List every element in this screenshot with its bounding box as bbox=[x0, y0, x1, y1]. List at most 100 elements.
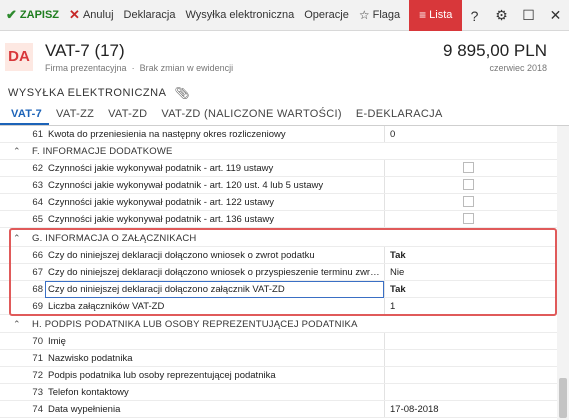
tab-vat-zd-calculated[interactable]: VAT-ZD (NALICZONE WARTOŚCI) bbox=[154, 104, 348, 125]
table-row[interactable]: 73 Telefon kontaktowy bbox=[0, 384, 557, 401]
row-label: Czy do niniejszej deklaracji dołączono w… bbox=[48, 267, 380, 278]
scrollbar-thumb[interactable] bbox=[559, 378, 567, 418]
row-label: Imię bbox=[48, 336, 66, 347]
table-row-selected[interactable]: 68 Czy do niniejszej deklaracji dołączon… bbox=[0, 281, 557, 298]
list-button[interactable]: ≡ Lista bbox=[409, 0, 463, 31]
row-label: Kwota do przeniesienia na następny okres… bbox=[48, 129, 286, 140]
row-label: Data wypełnienia bbox=[48, 404, 121, 415]
row-value[interactable]: 0 bbox=[384, 126, 557, 142]
toolbar: ✔ ZAPISZ ✕ Anuluj Deklaracja Wysyłka ele… bbox=[0, 0, 569, 31]
tab-vat-7[interactable]: VAT-7 bbox=[0, 104, 50, 125]
table-row[interactable]: 61 Kwota do przeniesienia na następny ok… bbox=[0, 126, 557, 143]
row-value[interactable]: 1 bbox=[384, 298, 557, 314]
group-label: F. INFORMACJE DODATKOWE bbox=[32, 146, 173, 157]
scrollbar-track[interactable] bbox=[557, 126, 569, 420]
gear-icon[interactable]: ⚙ bbox=[488, 7, 515, 24]
checkbox[interactable] bbox=[463, 162, 474, 173]
table-row[interactable]: 67 Czy do niniejszej deklaracji dołączon… bbox=[0, 264, 557, 281]
row-value[interactable]: Tak bbox=[384, 281, 557, 297]
table-row[interactable]: 62 Czynności jakie wykonywał podatnik - … bbox=[0, 160, 557, 177]
checkbox[interactable] bbox=[463, 213, 474, 224]
separator-dot: · bbox=[131, 63, 135, 73]
save-button[interactable]: ✔ ZAPISZ bbox=[0, 0, 64, 31]
row-value[interactable] bbox=[384, 177, 557, 193]
window-close-icon[interactable]: ✕ bbox=[542, 7, 569, 24]
row-number: 70 bbox=[32, 336, 43, 347]
row-value[interactable]: Nie bbox=[384, 264, 557, 280]
row-label: Czynności jakie wykonywał podatnik - art… bbox=[48, 197, 274, 208]
row-value[interactable] bbox=[384, 160, 557, 176]
declaration-menu[interactable]: Deklaracja bbox=[119, 0, 181, 31]
flag-button[interactable]: ☆ Flaga bbox=[354, 0, 405, 31]
paperclip-icon[interactable]: 📎︎ bbox=[174, 86, 189, 100]
group-header-f[interactable]: ⌃ F. INFORMACJE DODATKOWE bbox=[0, 143, 557, 160]
document-header: DA VAT-7 (17) Firma prezentacyjna · Brak… bbox=[0, 32, 569, 80]
row-label: Podpis podatnika lub osoby reprezentując… bbox=[48, 370, 276, 381]
cancel-button[interactable]: ✕ Anuluj bbox=[64, 0, 118, 31]
declaration-grid: 61 Kwota do przeniesienia na następny ok… bbox=[0, 126, 569, 420]
row-value[interactable] bbox=[384, 333, 557, 349]
chevron-up-icon[interactable]: ⌃ bbox=[13, 233, 21, 244]
tab-vat-zz[interactable]: VAT-ZZ bbox=[49, 104, 101, 125]
row-number: 68 bbox=[32, 284, 43, 295]
operations-menu[interactable]: Operacje bbox=[299, 0, 354, 31]
row-label: Czynności jakie wykonywał podatnik - art… bbox=[48, 163, 274, 174]
document-amount: 9 895,00 PLN bbox=[443, 41, 547, 60]
row-number: 74 bbox=[32, 404, 43, 415]
tab-vat-zd[interactable]: VAT-ZD bbox=[101, 104, 154, 125]
row-label: Liczba załączników VAT-ZD bbox=[48, 301, 165, 312]
row-number: 73 bbox=[32, 387, 43, 398]
table-row[interactable]: 65 Czynności jakie wykonywał podatnik - … bbox=[0, 211, 557, 228]
row-value[interactable]: Tak bbox=[384, 247, 557, 263]
send-menu[interactable]: Wysyłka elektroniczna bbox=[180, 0, 299, 31]
help-icon[interactable]: ? bbox=[461, 8, 488, 24]
row-number: 65 bbox=[32, 214, 43, 225]
row-value[interactable] bbox=[384, 367, 557, 383]
group-header-h[interactable]: ⌃ H. PODPIS PODATNIKA LUB OSOBY REPREZEN… bbox=[0, 316, 557, 333]
row-label: Czy do niniejszej deklaracji dołączono w… bbox=[48, 250, 315, 261]
tab-e-declaration[interactable]: E-DEKLARACJA bbox=[349, 104, 450, 125]
table-row[interactable]: 69 Liczba załączników VAT-ZD 1 bbox=[0, 298, 557, 315]
menu-icon: ≡ bbox=[419, 8, 427, 22]
row-number: 63 bbox=[32, 180, 43, 191]
table-row[interactable]: 72 Podpis podatnika lub osoby reprezentu… bbox=[0, 367, 557, 384]
row-value[interactable] bbox=[384, 384, 557, 400]
row-number: 71 bbox=[32, 353, 43, 364]
row-number: 66 bbox=[32, 250, 43, 261]
row-value[interactable] bbox=[384, 194, 557, 210]
row-value[interactable] bbox=[384, 350, 557, 366]
chevron-up-icon[interactable]: ⌃ bbox=[13, 319, 21, 330]
checkbox[interactable] bbox=[463, 179, 474, 190]
company-name: Firma prezentacyjna bbox=[45, 63, 127, 73]
maximize-icon[interactable]: ☐ bbox=[515, 7, 542, 24]
star-icon: ☆ bbox=[358, 8, 370, 22]
row-value[interactable] bbox=[384, 211, 557, 227]
row-label: Nazwisko podatnika bbox=[48, 353, 133, 364]
group-label: G. INFORMACJA O ZAŁĄCZNIKACH bbox=[32, 233, 197, 244]
document-type-badge: DA bbox=[5, 43, 33, 71]
row-number: 62 bbox=[32, 163, 43, 174]
table-row[interactable]: 63 Czynności jakie wykonywał podatnik - … bbox=[0, 177, 557, 194]
row-label: Czynności jakie wykonywał podatnik - art… bbox=[48, 214, 274, 225]
row-number: 72 bbox=[32, 370, 43, 381]
document-subtitle: Firma prezentacyjna · Brak zmian w ewide… bbox=[45, 63, 233, 73]
row-label: Telefon kontaktowy bbox=[48, 387, 129, 398]
ledger-status: Brak zmian w ewidencji bbox=[139, 63, 234, 73]
row-number: 69 bbox=[32, 301, 43, 312]
table-row[interactable]: 66 Czy do niniejszej deklaracji dołączon… bbox=[0, 247, 557, 264]
table-row[interactable]: 74 Data wypełnienia 17-08-2018 bbox=[0, 401, 557, 418]
group-header-g[interactable]: ⌃ G. INFORMACJA O ZAŁĄCZNIKACH bbox=[0, 230, 557, 247]
check-icon: ✔ bbox=[6, 7, 17, 22]
section-title: WYSYŁKA ELEKTRONICZNA bbox=[8, 87, 167, 99]
document-title: VAT-7 (17) bbox=[45, 41, 125, 60]
group-label: H. PODPIS PODATNIKA LUB OSOBY REPREZENTU… bbox=[32, 319, 358, 330]
checkbox[interactable] bbox=[463, 196, 474, 207]
row-number: 61 bbox=[32, 129, 43, 140]
table-row[interactable]: 64 Czynności jakie wykonywał podatnik - … bbox=[0, 194, 557, 211]
chevron-up-icon[interactable]: ⌃ bbox=[13, 146, 21, 157]
section-header: WYSYŁKA ELEKTRONICZNA 📎︎ bbox=[8, 85, 190, 101]
table-row[interactable]: 71 Nazwisko podatnika bbox=[0, 350, 557, 367]
row-number: 64 bbox=[32, 197, 43, 208]
row-value[interactable]: 17-08-2018 bbox=[384, 401, 557, 417]
table-row[interactable]: 70 Imię bbox=[0, 333, 557, 350]
